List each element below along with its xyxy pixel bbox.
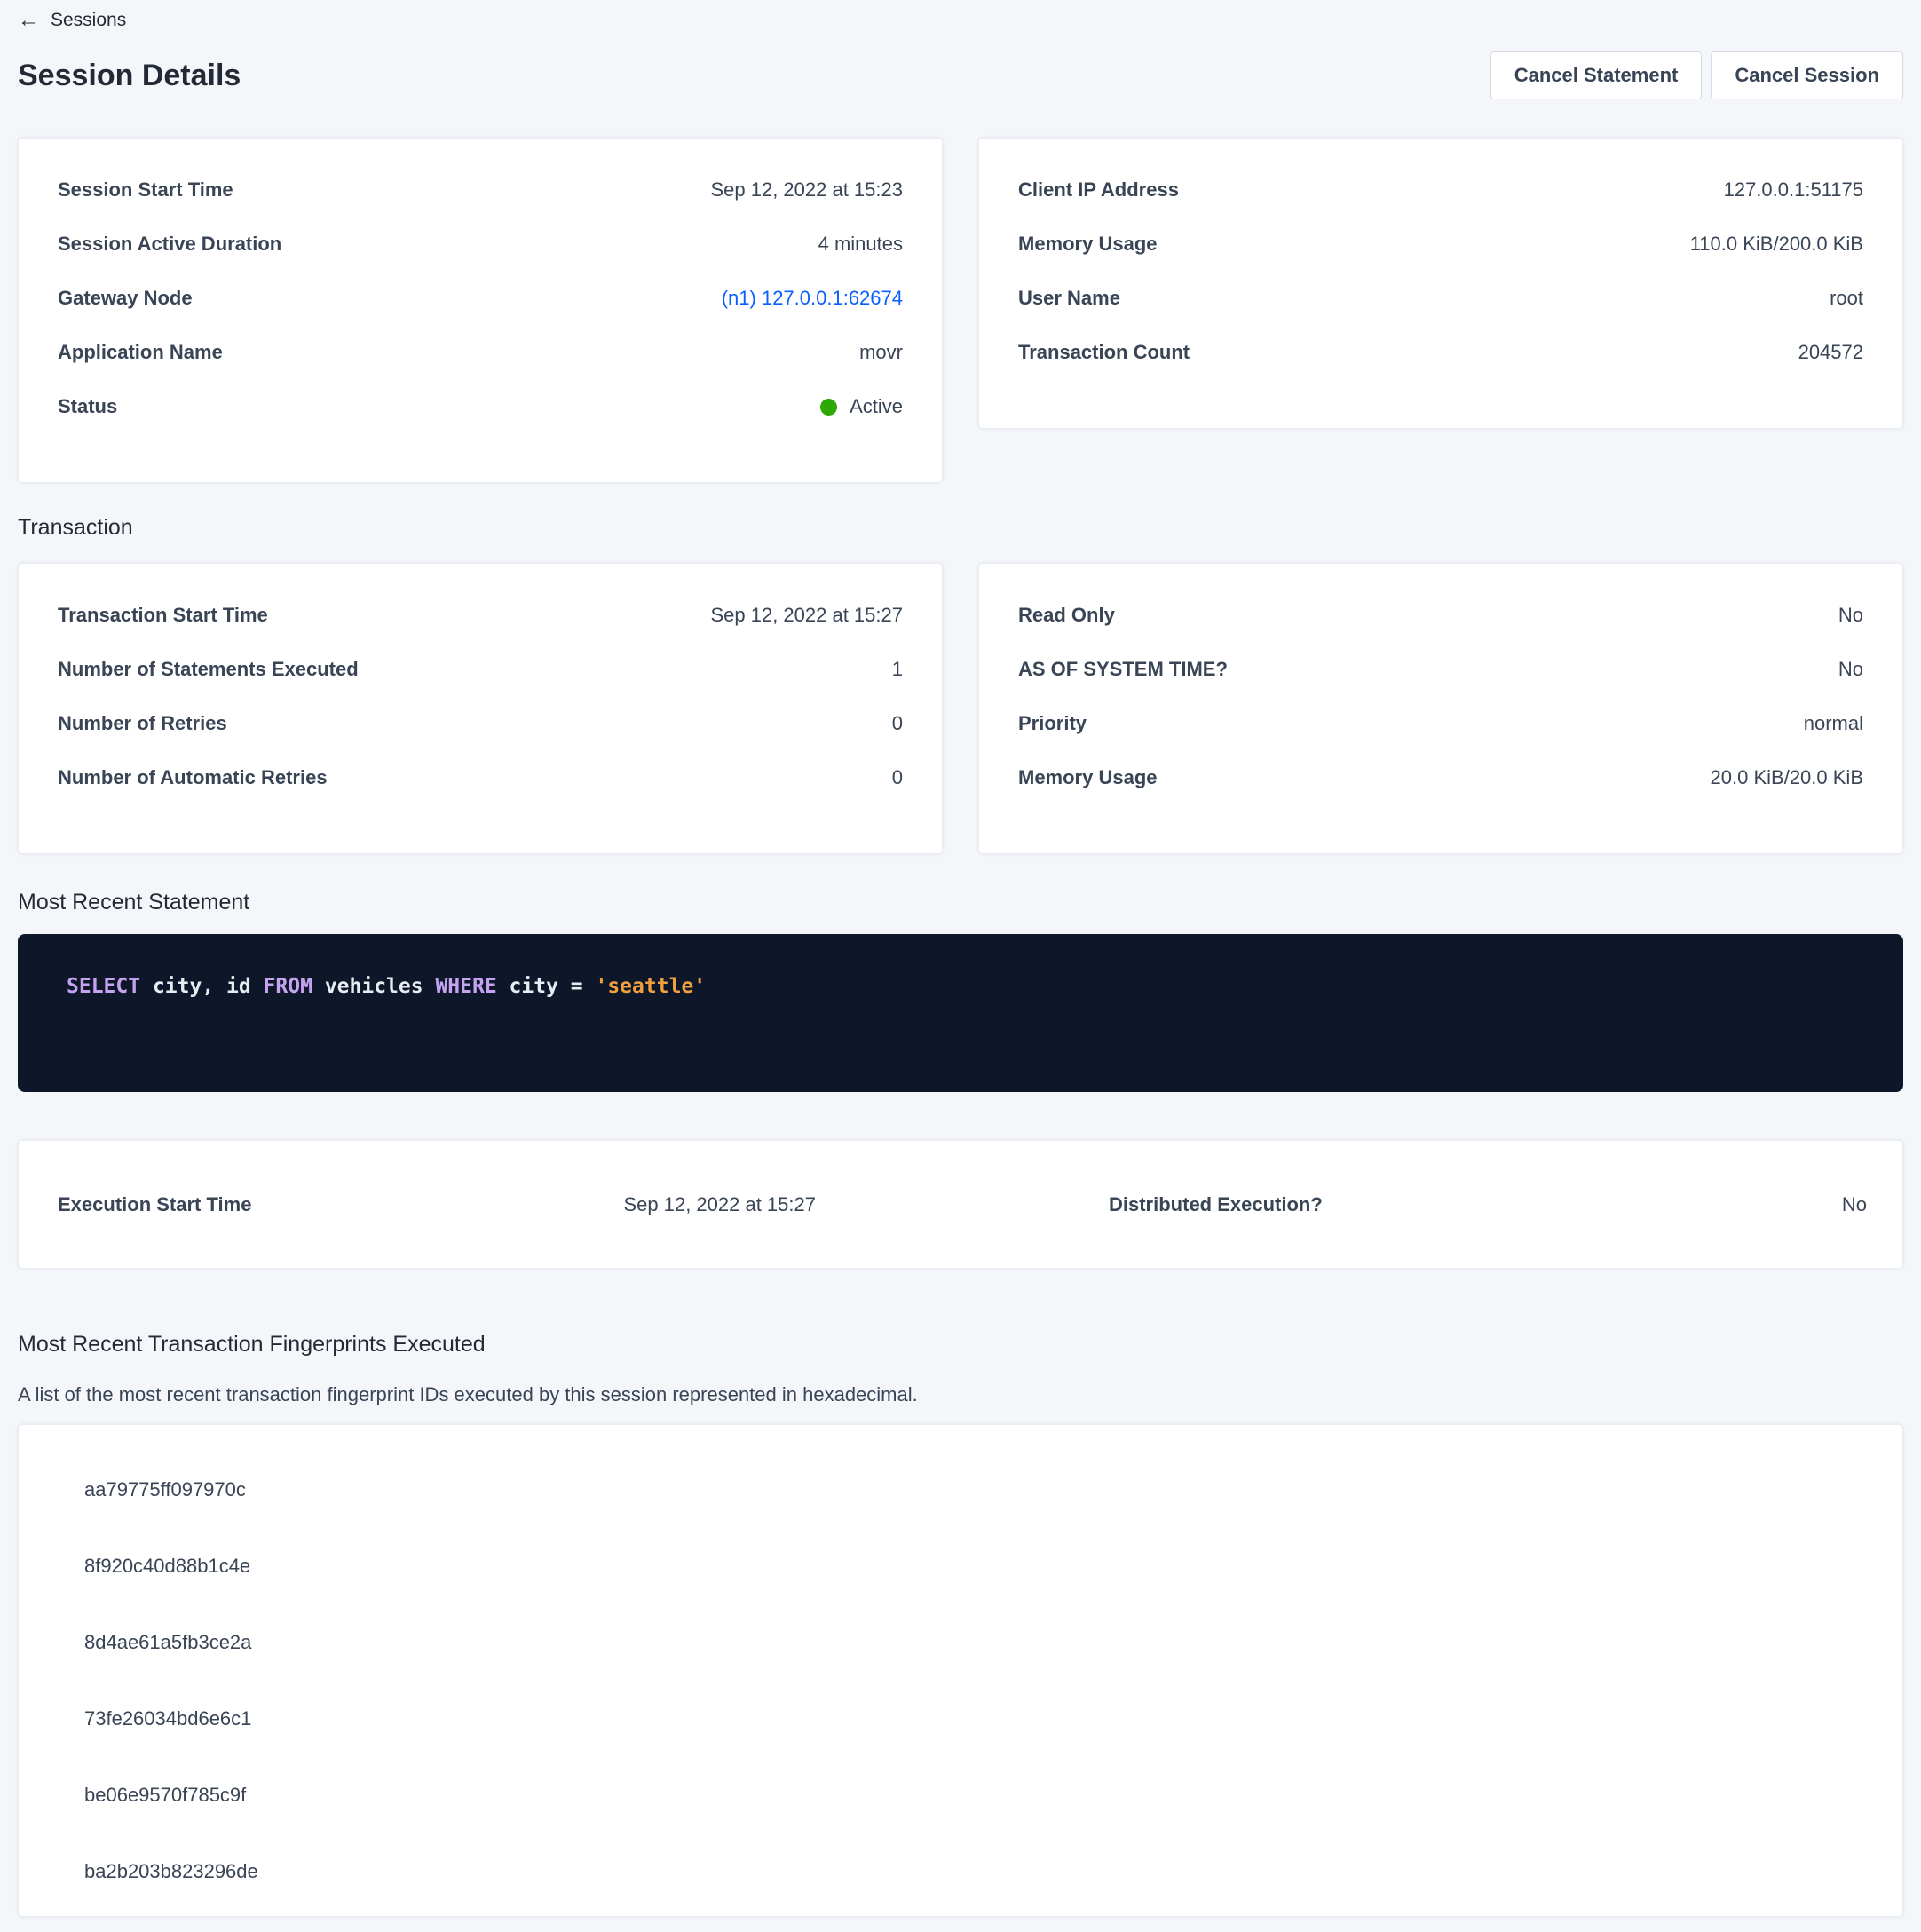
user-name-label: User Name xyxy=(1018,286,1120,311)
as-of-system-time-row: AS OF SYSTEM TIME? No xyxy=(1018,657,1863,682)
transaction-memory-usage-value: 20.0 KiB/20.0 KiB xyxy=(1711,765,1863,790)
fingerprint-item: 8d4ae61a5fb3ce2a xyxy=(84,1630,1863,1655)
session-memory-usage-label: Memory Usage xyxy=(1018,232,1158,257)
session-details-page: ← Sessions Session Details Cancel Statem… xyxy=(0,0,1921,1917)
session-active-duration-label: Session Active Duration xyxy=(58,232,281,257)
session-summary-grid: Session Start Time Sep 12, 2022 at 15:23… xyxy=(18,138,1903,483)
transaction-card-right: Read Only No AS OF SYSTEM TIME? No Prior… xyxy=(978,563,1903,854)
priority-row: Priority normal xyxy=(1018,711,1863,736)
retries-label: Number of Retries xyxy=(58,711,227,736)
execution-start-time-label: Execution Start Time xyxy=(58,1192,251,1217)
status-value: Active xyxy=(820,394,903,419)
status-row: Status Active xyxy=(58,394,903,419)
status-text: Active xyxy=(850,394,903,419)
application-name-value: movr xyxy=(859,340,903,365)
distributed-execution-value: No xyxy=(1842,1192,1867,1217)
fingerprints-description: A list of the most recent transaction fi… xyxy=(18,1382,1903,1407)
statements-executed-value: 1 xyxy=(892,657,903,682)
fingerprint-item: 73fe26034bd6e6c1 xyxy=(84,1706,1863,1731)
back-link-label: Sessions xyxy=(51,9,126,32)
fingerprint-item: ba2b203b823296de xyxy=(84,1859,1863,1884)
transaction-count-value: 204572 xyxy=(1798,340,1863,365)
transaction-memory-usage-row: Memory Usage 20.0 KiB/20.0 KiB xyxy=(1018,765,1863,790)
session-memory-usage-row: Memory Usage 110.0 KiB/200.0 KiB xyxy=(1018,232,1863,257)
fingerprint-item: aa79775ff097970c xyxy=(84,1477,1863,1502)
sql-token: 'seattle' xyxy=(595,975,706,998)
execution-start-time-row: Execution Start Time Sep 12, 2022 at 15:… xyxy=(19,1192,962,1217)
fingerprint-item: be06e9570f785c9f xyxy=(84,1783,1863,1808)
gateway-node-row: Gateway Node (n1) 127.0.0.1:62674 xyxy=(58,286,903,311)
retries-row: Number of Retries 0 xyxy=(58,711,903,736)
transaction-section-title: Transaction xyxy=(18,513,1903,542)
transaction-card-left: Transaction Start Time Sep 12, 2022 at 1… xyxy=(18,563,943,854)
session-start-time-row: Session Start Time Sep 12, 2022 at 15:23 xyxy=(58,178,903,202)
sql-token: vehicles xyxy=(312,975,435,998)
priority-value: normal xyxy=(1804,711,1863,736)
sql-token: city = xyxy=(497,975,596,998)
session-active-duration-value: 4 minutes xyxy=(818,232,903,257)
back-arrow-icon: ← xyxy=(18,9,39,32)
status-active-dot-icon xyxy=(820,399,837,416)
fingerprints-card: aa79775ff097970c 8f920c40d88b1c4e 8d4ae6… xyxy=(18,1424,1903,1917)
statements-executed-row: Number of Statements Executed 1 xyxy=(58,657,903,682)
session-active-duration-row: Session Active Duration 4 minutes xyxy=(58,232,903,257)
client-ip-label: Client IP Address xyxy=(1018,178,1179,202)
fingerprint-item: 8f920c40d88b1c4e xyxy=(84,1554,1863,1579)
statements-executed-label: Number of Statements Executed xyxy=(58,657,359,682)
client-ip-row: Client IP Address 127.0.0.1:51175 xyxy=(1018,178,1863,202)
automatic-retries-label: Number of Automatic Retries xyxy=(58,765,328,790)
sql-statement-box: SELECT city, id FROM vehicles WHERE city… xyxy=(18,934,1903,1092)
session-info-card-left: Session Start Time Sep 12, 2022 at 15:23… xyxy=(18,138,943,483)
distributed-execution-label: Distributed Execution? xyxy=(1109,1192,1323,1217)
session-info-card-right: Client IP Address 127.0.0.1:51175 Memory… xyxy=(978,138,1903,429)
cancel-statement-button[interactable]: Cancel Statement xyxy=(1490,51,1703,99)
statement-section-title: Most Recent Statement xyxy=(18,888,1903,916)
user-name-value: root xyxy=(1830,286,1863,311)
read-only-row: Read Only No xyxy=(1018,603,1863,628)
application-name-row: Application Name movr xyxy=(58,340,903,365)
as-of-system-time-value: No xyxy=(1838,657,1863,682)
execution-start-time-value: Sep 12, 2022 at 15:27 xyxy=(623,1192,816,1217)
sql-token: FROM xyxy=(264,975,312,998)
transaction-count-row: Transaction Count 204572 xyxy=(1018,340,1863,365)
header-actions: Cancel Statement Cancel Session xyxy=(1490,51,1903,99)
retries-value: 0 xyxy=(892,711,903,736)
automatic-retries-row: Number of Automatic Retries 0 xyxy=(58,765,903,790)
session-memory-usage-value: 110.0 KiB/200.0 KiB xyxy=(1690,232,1863,257)
status-label: Status xyxy=(58,394,117,419)
transaction-start-time-label: Transaction Start Time xyxy=(58,603,268,628)
distributed-execution-row: Distributed Execution? No xyxy=(962,1192,1902,1217)
transaction-start-time-row: Transaction Start Time Sep 12, 2022 at 1… xyxy=(58,603,903,628)
automatic-retries-value: 0 xyxy=(892,765,903,790)
client-ip-value: 127.0.0.1:51175 xyxy=(1724,178,1863,202)
cancel-session-button[interactable]: Cancel Session xyxy=(1711,51,1903,99)
sql-token: city, id xyxy=(140,975,263,998)
session-start-time-label: Session Start Time xyxy=(58,178,233,202)
as-of-system-time-label: AS OF SYSTEM TIME? xyxy=(1018,657,1228,682)
sql-token: SELECT xyxy=(67,975,140,998)
transaction-memory-usage-label: Memory Usage xyxy=(1018,765,1158,790)
gateway-node-label: Gateway Node xyxy=(58,286,193,311)
transaction-summary-grid: Transaction Start Time Sep 12, 2022 at 1… xyxy=(18,563,1903,854)
back-link[interactable]: ← Sessions xyxy=(18,9,126,32)
gateway-node-link[interactable]: (n1) 127.0.0.1:62674 xyxy=(722,286,903,311)
priority-label: Priority xyxy=(1018,711,1087,736)
page-title: Session Details xyxy=(18,58,241,93)
application-name-label: Application Name xyxy=(58,340,223,365)
user-name-row: User Name root xyxy=(1018,286,1863,311)
fingerprints-section-title: Most Recent Transaction Fingerprints Exe… xyxy=(18,1330,1903,1358)
read-only-value: No xyxy=(1838,603,1863,628)
sql-token: WHERE xyxy=(435,975,496,998)
page-header: Session Details Cancel Statement Cancel … xyxy=(18,51,1903,99)
transaction-start-time-value: Sep 12, 2022 at 15:27 xyxy=(710,603,903,628)
execution-summary-card: Execution Start Time Sep 12, 2022 at 15:… xyxy=(18,1140,1903,1269)
read-only-label: Read Only xyxy=(1018,603,1115,628)
transaction-count-label: Transaction Count xyxy=(1018,340,1190,365)
session-start-time-value: Sep 12, 2022 at 15:23 xyxy=(710,178,903,202)
